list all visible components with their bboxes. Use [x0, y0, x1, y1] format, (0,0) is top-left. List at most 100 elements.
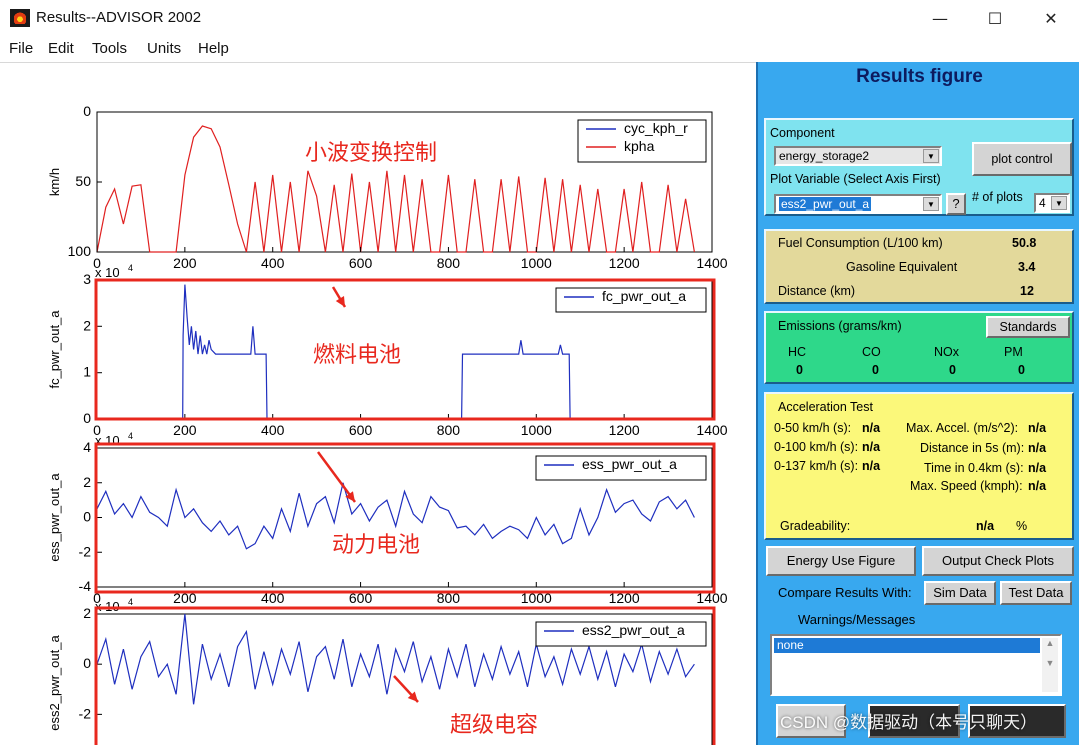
acceleration-title: Acceleration Test: [778, 400, 873, 414]
legend-label: cyc_kph_r: [624, 120, 688, 136]
warnings-scrollbar[interactable]: ▲ ▼: [1042, 638, 1058, 692]
y-tick-label: 3: [83, 271, 91, 287]
plot-variable-dropdown[interactable]: ess2_pwr_out_a ▼: [774, 194, 942, 214]
warnings-listbox[interactable]: none ▲ ▼: [770, 634, 1062, 696]
minimize-button[interactable]: —: [917, 6, 963, 32]
legend-label: ess2_pwr_out_a: [582, 622, 685, 638]
gradeability-value: n/a: [976, 519, 995, 533]
y-tick-label: -4: [79, 578, 92, 594]
chevron-down-icon: ▼: [923, 197, 939, 211]
y-axis-label: ess2_pwr_out_a: [47, 635, 62, 731]
legend-label: kpha: [624, 138, 655, 154]
menu-help[interactable]: Help: [198, 40, 229, 57]
accel-0-100-value: n/a: [862, 440, 881, 454]
max-accel-value: n/a: [1028, 421, 1047, 435]
emission-value-hc: 0: [796, 363, 803, 377]
emission-value-nox: 0: [949, 363, 956, 377]
time-0-4km-label: Time in 0.4km (s):: [924, 461, 1024, 475]
x-tick-label: 1000: [521, 255, 552, 271]
emission-value-co: 0: [872, 363, 879, 377]
x-tick-label: 1200: [609, 255, 640, 271]
gradeability-unit: %: [1016, 519, 1028, 533]
accel-0-50-label: 0-50 km/h (s):: [774, 421, 852, 435]
distance-value: 12: [1020, 284, 1034, 298]
max-accel-label: Max. Accel. (m/s^2):: [906, 421, 1019, 435]
x-tick-label: 1200: [609, 422, 640, 438]
num-plots-label: # of plots: [972, 190, 1023, 204]
axis-exponent-label: x 10: [95, 265, 120, 280]
menu-file[interactable]: File: [9, 40, 33, 57]
help-button[interactable]: ?: [946, 193, 966, 215]
accel-0-100-label: 0-100 km/h (s):: [774, 440, 859, 454]
x-tick-label: 1400: [696, 422, 727, 438]
y-axis-label: km/h: [47, 168, 62, 196]
emission-name-hc: HC: [788, 345, 807, 359]
close-button[interactable]: ✕: [1028, 6, 1074, 32]
emission-value-pm: 0: [1018, 363, 1025, 377]
accel-0-50-value: n/a: [862, 421, 881, 435]
csdn-watermark: CSDN @数据驱动（本号只聊天）: [780, 713, 1038, 732]
energy-use-figure-button[interactable]: Energy Use Figure: [766, 546, 916, 576]
y-tick-label: 1: [83, 364, 91, 380]
y-tick-label: 2: [83, 317, 91, 333]
window-title: Results--ADVISOR 2002: [36, 9, 202, 26]
x-tick-label: 600: [349, 255, 373, 271]
title-bar: Results--ADVISOR 2002 — ☐ ✕: [0, 0, 1079, 36]
y-tick-label: 4: [83, 439, 91, 455]
emission-name-nox: NOx: [934, 345, 959, 359]
y-tick-label: -2: [79, 705, 92, 721]
matlab-app-icon: [10, 9, 30, 27]
chevron-down-icon: ▼: [923, 149, 939, 163]
accel-0-137-label: 0-137 km/h (s):: [774, 459, 859, 473]
component-value: energy_storage2: [779, 149, 870, 163]
menu-edit[interactable]: Edit: [48, 40, 74, 57]
component-dropdown[interactable]: energy_storage2 ▼: [774, 146, 942, 166]
results-plots[interactable]: 1005000 200 400 600 800 1000 1200 1400km/hcyc_k…: [0, 62, 756, 745]
y-tick-label: -2: [79, 543, 92, 559]
x-tick-label: 800: [437, 422, 461, 438]
y-tick-label: 0: [83, 509, 91, 525]
annotation-label: 超级电容: [450, 713, 538, 738]
output-check-plots-button[interactable]: Output Check Plots: [922, 546, 1074, 576]
x-tick-label: 400: [261, 422, 285, 438]
plot-control-button[interactable]: plot control: [972, 142, 1072, 176]
x-tick-label: 400: [261, 255, 285, 271]
distance-5s-label: Distance in 5s (m):: [920, 441, 1025, 455]
warnings-label: Warnings/Messages: [798, 612, 916, 627]
annotation-label: 小波变换控制: [305, 141, 437, 166]
axis-exponent-sup: 4: [128, 431, 133, 441]
panel-title: Results figure: [856, 66, 983, 87]
emission-name-co: CO: [862, 345, 881, 359]
test-data-button[interactable]: Test Data: [1000, 581, 1072, 605]
component-box: Component energy_storage2 ▼ plot control…: [764, 118, 1074, 216]
y-axis-label: ess_pwr_out_a: [47, 473, 62, 562]
emissions-box: Emissions (grams/km) Standards HC CO NOx…: [764, 311, 1074, 384]
fuel-consumption-value: 50.8: [1012, 236, 1037, 250]
plot-variable-value: ess2_pwr_out_a: [779, 197, 872, 211]
menu-tools[interactable]: Tools: [92, 40, 127, 57]
x-tick-label: 1400: [696, 255, 727, 271]
y-tick-label: 2: [83, 605, 91, 621]
axis-exponent-sup: 4: [128, 263, 133, 273]
menu-units[interactable]: Units: [147, 40, 181, 57]
y-tick-label: 0: [83, 103, 91, 119]
compare-label: Compare Results With:: [778, 585, 912, 600]
results-panel: Results figure Component energy_storage2…: [756, 62, 1079, 745]
y-tick-label: 0: [83, 410, 91, 426]
acceleration-box: Acceleration Test 0-50 km/h (s): n/a 0-1…: [764, 392, 1074, 540]
max-speed-label: Max. Speed (kmph):: [910, 479, 1023, 493]
standards-button[interactable]: Standards: [986, 316, 1070, 338]
y-tick-label: 50: [75, 173, 91, 189]
y-tick-label: 2: [83, 474, 91, 490]
num-plots-value: 4: [1039, 196, 1046, 210]
y-axis-label: fc_pwr_out_a: [47, 310, 62, 389]
legend-label: ess_pwr_out_a: [582, 456, 677, 472]
accel-0-137-value: n/a: [862, 459, 881, 473]
emission-name-pm: PM: [1004, 345, 1023, 359]
x-tick-label: 800: [437, 255, 461, 271]
sim-data-button[interactable]: Sim Data: [924, 581, 996, 605]
maximize-button[interactable]: ☐: [972, 6, 1018, 32]
time-0-4km-value: n/a: [1028, 461, 1047, 475]
warnings-item-none[interactable]: none: [774, 638, 1040, 653]
num-plots-dropdown[interactable]: 4 ▼: [1034, 193, 1070, 213]
